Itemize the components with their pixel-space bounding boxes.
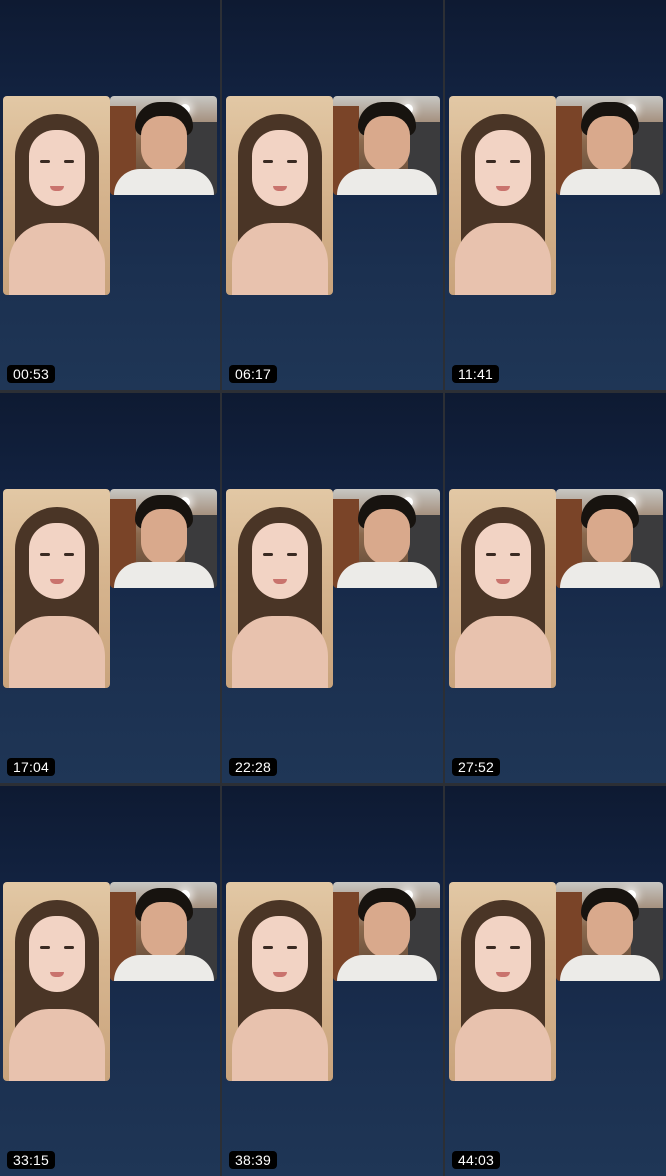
person-eye xyxy=(262,946,273,949)
person-face xyxy=(28,916,85,992)
person-body xyxy=(231,616,328,688)
person-face xyxy=(363,116,410,172)
pip-video-feed[interactable] xyxy=(110,489,217,588)
timestamp-label: 11:41 xyxy=(452,365,499,383)
person-body xyxy=(8,616,105,688)
person-face xyxy=(140,509,187,565)
person-eye xyxy=(63,946,74,949)
person-eye xyxy=(63,160,74,163)
person-shirt xyxy=(113,169,214,195)
person-eye xyxy=(485,946,496,949)
person-face xyxy=(251,523,308,599)
pip-video-feed[interactable] xyxy=(556,96,663,195)
pip-video-feed[interactable] xyxy=(333,882,440,981)
person-body xyxy=(231,223,328,295)
video-contact-sheet: 00:53 06:17 11:41 17:04 22:28 27:52 33:1… xyxy=(0,0,666,1176)
main-video-feed xyxy=(226,882,333,1081)
pip-video-feed[interactable] xyxy=(556,882,663,981)
person-face xyxy=(363,509,410,565)
person-eye xyxy=(286,553,297,556)
pip-video-feed[interactable] xyxy=(333,96,440,195)
frame-3: 11:41 xyxy=(445,0,666,390)
person-eye xyxy=(262,160,273,163)
person-eye xyxy=(286,160,297,163)
person-shirt xyxy=(336,169,437,195)
main-video-feed xyxy=(3,489,110,688)
timestamp-label: 00:53 xyxy=(7,365,56,383)
person-eye xyxy=(63,553,74,556)
person-eye xyxy=(39,553,50,556)
person-eye xyxy=(286,946,297,949)
frame-5: 22:28 xyxy=(222,393,443,783)
person-face xyxy=(474,130,531,206)
person-body xyxy=(454,1009,551,1081)
person-body xyxy=(454,223,551,295)
main-video-feed xyxy=(226,489,333,688)
person-body xyxy=(8,223,105,295)
person-body xyxy=(454,616,551,688)
frame-9: 44:03 xyxy=(445,786,666,1176)
frame-7: 33:15 xyxy=(0,786,220,1176)
person-eye xyxy=(39,160,50,163)
pip-video-feed[interactable] xyxy=(556,489,663,588)
person-eye xyxy=(509,946,520,949)
person-eye xyxy=(509,553,520,556)
timestamp-label: 27:52 xyxy=(452,758,501,776)
main-video-feed xyxy=(449,882,556,1081)
pip-video-feed[interactable] xyxy=(333,489,440,588)
timestamp-label: 22:28 xyxy=(229,758,278,776)
person-face xyxy=(251,130,308,206)
timestamp-label: 06:17 xyxy=(229,365,278,383)
person-eye xyxy=(39,946,50,949)
person-eye xyxy=(509,160,520,163)
person-body xyxy=(231,1009,328,1081)
person-shirt xyxy=(336,955,437,981)
person-eye xyxy=(485,160,496,163)
person-face xyxy=(586,116,633,172)
frame-1: 00:53 xyxy=(0,0,220,390)
person-face xyxy=(251,916,308,992)
main-video-feed xyxy=(449,489,556,688)
timestamp-label: 33:15 xyxy=(7,1151,56,1169)
person-eye xyxy=(262,553,273,556)
main-video-feed xyxy=(3,96,110,295)
person-shirt xyxy=(559,955,660,981)
main-video-feed xyxy=(449,96,556,295)
frame-6: 27:52 xyxy=(445,393,666,783)
person-shirt xyxy=(336,562,437,588)
person-shirt xyxy=(559,169,660,195)
timestamp-label: 38:39 xyxy=(229,1151,278,1169)
person-face xyxy=(474,523,531,599)
frame-4: 17:04 xyxy=(0,393,220,783)
person-face xyxy=(363,902,410,958)
person-face xyxy=(140,902,187,958)
timestamp-label: 17:04 xyxy=(7,758,56,776)
person-eye xyxy=(485,553,496,556)
person-face xyxy=(140,116,187,172)
frame-2: 06:17 xyxy=(222,0,443,390)
person-face xyxy=(586,509,633,565)
person-shirt xyxy=(559,562,660,588)
person-face xyxy=(474,916,531,992)
person-face xyxy=(28,523,85,599)
person-shirt xyxy=(113,955,214,981)
pip-video-feed[interactable] xyxy=(110,96,217,195)
person-body xyxy=(8,1009,105,1081)
main-video-feed xyxy=(226,96,333,295)
person-shirt xyxy=(113,562,214,588)
person-face xyxy=(586,902,633,958)
person-face xyxy=(28,130,85,206)
pip-video-feed[interactable] xyxy=(110,882,217,981)
main-video-feed xyxy=(3,882,110,1081)
frame-8: 38:39 xyxy=(222,786,443,1176)
timestamp-label: 44:03 xyxy=(452,1151,501,1169)
